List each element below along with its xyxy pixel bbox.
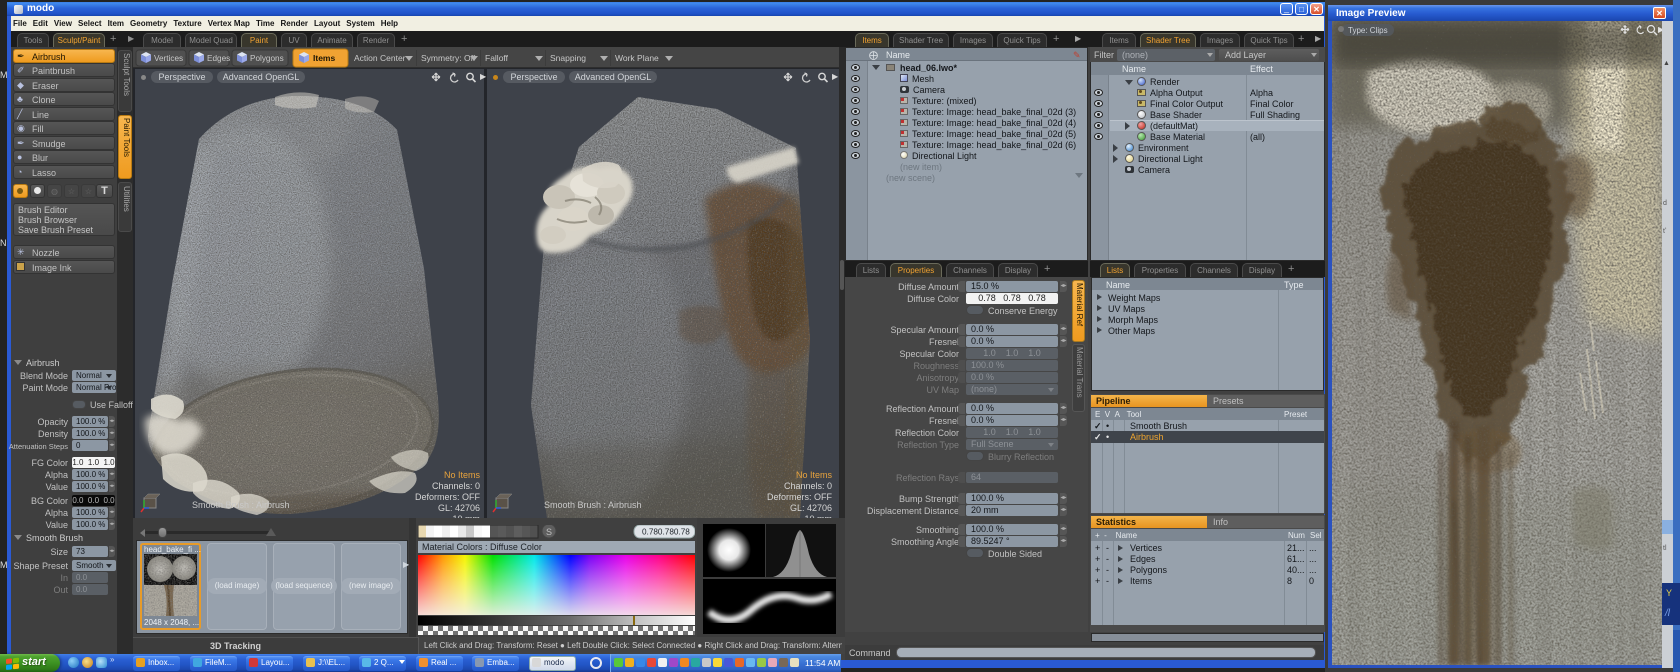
svg-text:Falloff: Falloff [485, 53, 509, 63]
svg-text:Material Colors : Diffuse Colo: Material Colors : Diffuse Color [422, 542, 542, 552]
svg-text:Action Center: Action Center [354, 53, 406, 63]
svg-text:0.780.780.78: 0.780.780.78 [642, 528, 690, 537]
svg-text:Symmetry: Off: Symmetry: Off [421, 53, 476, 63]
svg-text:Vertices: Vertices [154, 54, 183, 63]
svg-text:S: S [546, 527, 552, 537]
svg-text:Polygons: Polygons [250, 54, 284, 63]
svg-text:Edges: Edges [207, 54, 230, 63]
svg-text:Snapping: Snapping [550, 53, 586, 63]
svg-text:Work Plane: Work Plane [615, 53, 659, 63]
svg-text:Items: Items [313, 53, 335, 63]
